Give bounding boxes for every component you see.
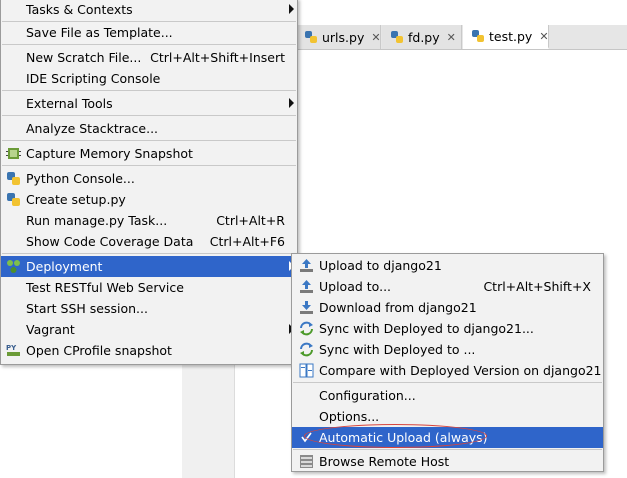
sync-icon — [299, 342, 314, 357]
close-icon[interactable]: ✕ — [539, 30, 548, 43]
compare-icon — [299, 363, 314, 378]
menu-item-show-code-coverage[interactable]: Show Code Coverage Data Ctrl+Alt+F6 — [1, 231, 297, 252]
tab-label: fd.py — [408, 29, 440, 45]
menu-separator — [293, 449, 602, 450]
menu-item-label: Capture Memory Snapshot — [26, 146, 193, 161]
remote-host-icon — [299, 454, 314, 469]
menu-item-external-tools[interactable]: External Tools — [1, 93, 297, 114]
menu-item-automatic-upload[interactable]: Automatic Upload (always) — [292, 427, 603, 448]
menu-item-label: External Tools — [26, 96, 113, 111]
python-icon — [6, 171, 21, 186]
menu-item-label: Sync with Deployed to django21... — [319, 321, 534, 336]
python-file-icon — [304, 30, 318, 44]
menu-item-label: Show Code Coverage Data — [26, 234, 194, 249]
menu-item-label: Open CProfile snapshot — [26, 343, 172, 358]
close-icon[interactable]: ✕ — [447, 31, 456, 44]
tab-label: test.py — [489, 28, 533, 44]
menu-item-label: Run manage.py Task... — [26, 213, 168, 228]
profile-py-icon: PY — [6, 343, 21, 358]
menu-item-label: Download from django21 — [319, 300, 477, 315]
menu-item-test-restful[interactable]: Test RESTful Web Service — [1, 277, 297, 298]
menu-separator — [2, 165, 296, 166]
menu-item-open-cprofile-snapshot[interactable]: PY Open CProfile snapshot — [1, 340, 297, 361]
download-icon — [299, 300, 314, 315]
tab-fd-py[interactable]: fd.py ✕ — [382, 25, 462, 49]
menu-item-download-from-django21[interactable]: Download from django21 — [292, 297, 603, 318]
menu-separator — [2, 140, 296, 141]
menu-item-label: IDE Scripting Console — [26, 71, 161, 86]
menu-item-shortcut: Ctrl+Alt+Shift+Insert — [150, 50, 285, 65]
python-icon — [6, 192, 21, 207]
menu-item-configuration[interactable]: Configuration... — [292, 385, 603, 406]
menu-item-tasks-contexts[interactable]: Tasks & Contexts — [1, 0, 297, 20]
menu-separator — [2, 115, 296, 116]
menu-item-label: Save File as Template... — [26, 25, 173, 40]
deployment-submenu: Upload to django21 Upload to... Ctrl+Alt… — [291, 253, 604, 472]
svg-text:PY: PY — [6, 344, 17, 352]
menu-item-compare-with-deployed[interactable]: Compare with Deployed Version on django2… — [292, 360, 603, 381]
menu-item-label: Deployment — [26, 259, 103, 274]
deployment-icon — [6, 259, 21, 274]
upload-icon — [299, 279, 314, 294]
menu-item-run-manage-py-task[interactable]: Run manage.py Task... Ctrl+Alt+R — [1, 210, 297, 231]
close-icon[interactable]: ✕ — [371, 31, 380, 44]
menu-item-label: Tasks & Contexts — [26, 2, 133, 17]
menu-item-analyze-stacktrace[interactable]: Analyze Stacktrace... — [1, 118, 297, 139]
menu-item-label: Test RESTful Web Service — [26, 280, 184, 295]
menu-item-upload-to[interactable]: Upload to... Ctrl+Alt+Shift+X — [292, 276, 603, 297]
upload-icon — [299, 258, 314, 273]
menu-item-sync-with-deployed-to[interactable]: Sync with Deployed to ... — [292, 339, 603, 360]
menu-item-label: Start SSH session... — [26, 301, 148, 316]
menu-item-deployment[interactable]: Deployment — [1, 256, 297, 277]
menu-item-label: Create setup.py — [26, 192, 126, 207]
menu-item-vagrant[interactable]: Vagrant — [1, 319, 297, 340]
sync-icon — [299, 321, 314, 336]
menu-item-start-ssh-session[interactable]: Start SSH session... — [1, 298, 297, 319]
menu-item-upload-to-django21[interactable]: Upload to django21 — [292, 255, 603, 276]
menu-item-sync-with-deployed-django21[interactable]: Sync with Deployed to django21... — [292, 318, 603, 339]
menu-separator — [2, 44, 296, 45]
menu-item-label: Vagrant — [26, 322, 75, 337]
menu-separator — [2, 253, 296, 254]
tab-urls-py[interactable]: urls.py ✕ — [296, 25, 381, 49]
menu-item-options[interactable]: Options... — [292, 406, 603, 427]
menu-item-label: Compare with Deployed Version on django2… — [319, 363, 602, 378]
menu-item-label: Sync with Deployed to ... — [319, 342, 476, 357]
menu-item-python-console[interactable]: Python Console... — [1, 168, 297, 189]
menu-item-label: Options... — [319, 409, 380, 424]
python-file-icon — [471, 29, 485, 43]
submenu-arrow-icon — [289, 4, 294, 14]
menu-item-label: New Scratch File... — [26, 50, 142, 65]
menu-item-shortcut: Ctrl+Alt+F6 — [209, 234, 285, 249]
menu-item-label: Automatic Upload (always) — [319, 430, 488, 445]
menu-item-save-file-as-template[interactable]: Save File as Template... — [1, 22, 297, 43]
menu-separator — [2, 90, 296, 91]
menu-item-ide-scripting-console[interactable]: IDE Scripting Console — [1, 68, 297, 89]
tab-test-py[interactable]: test.py ✕ — [463, 25, 549, 49]
menu-item-label: Browse Remote Host — [319, 454, 450, 469]
menu-item-shortcut: Ctrl+Alt+R — [216, 213, 285, 228]
tools-menu: Tasks & Contexts Save File as Template..… — [0, 0, 298, 365]
memory-snapshot-icon — [6, 146, 21, 161]
submenu-arrow-icon — [289, 98, 294, 108]
menu-item-browse-remote-host[interactable]: Browse Remote Host — [292, 451, 603, 472]
menu-item-label: Python Console... — [26, 171, 135, 186]
tab-label: urls.py — [322, 29, 365, 45]
menu-item-shortcut: Ctrl+Alt+Shift+X — [483, 279, 591, 294]
menu-separator — [293, 382, 602, 383]
menu-item-label: Configuration... — [319, 388, 416, 403]
menu-item-new-scratch-file[interactable]: New Scratch File... Ctrl+Alt+Shift+Inser… — [1, 47, 297, 68]
menu-item-label: Upload to django21 — [319, 258, 442, 273]
python-file-icon — [390, 30, 404, 44]
menu-item-label: Upload to... — [319, 279, 392, 294]
menu-item-capture-memory-snapshot[interactable]: Capture Memory Snapshot — [1, 143, 297, 164]
checkmark-icon — [299, 430, 314, 445]
menu-item-create-setup-py[interactable]: Create setup.py — [1, 189, 297, 210]
menu-item-label: Analyze Stacktrace... — [26, 121, 159, 136]
